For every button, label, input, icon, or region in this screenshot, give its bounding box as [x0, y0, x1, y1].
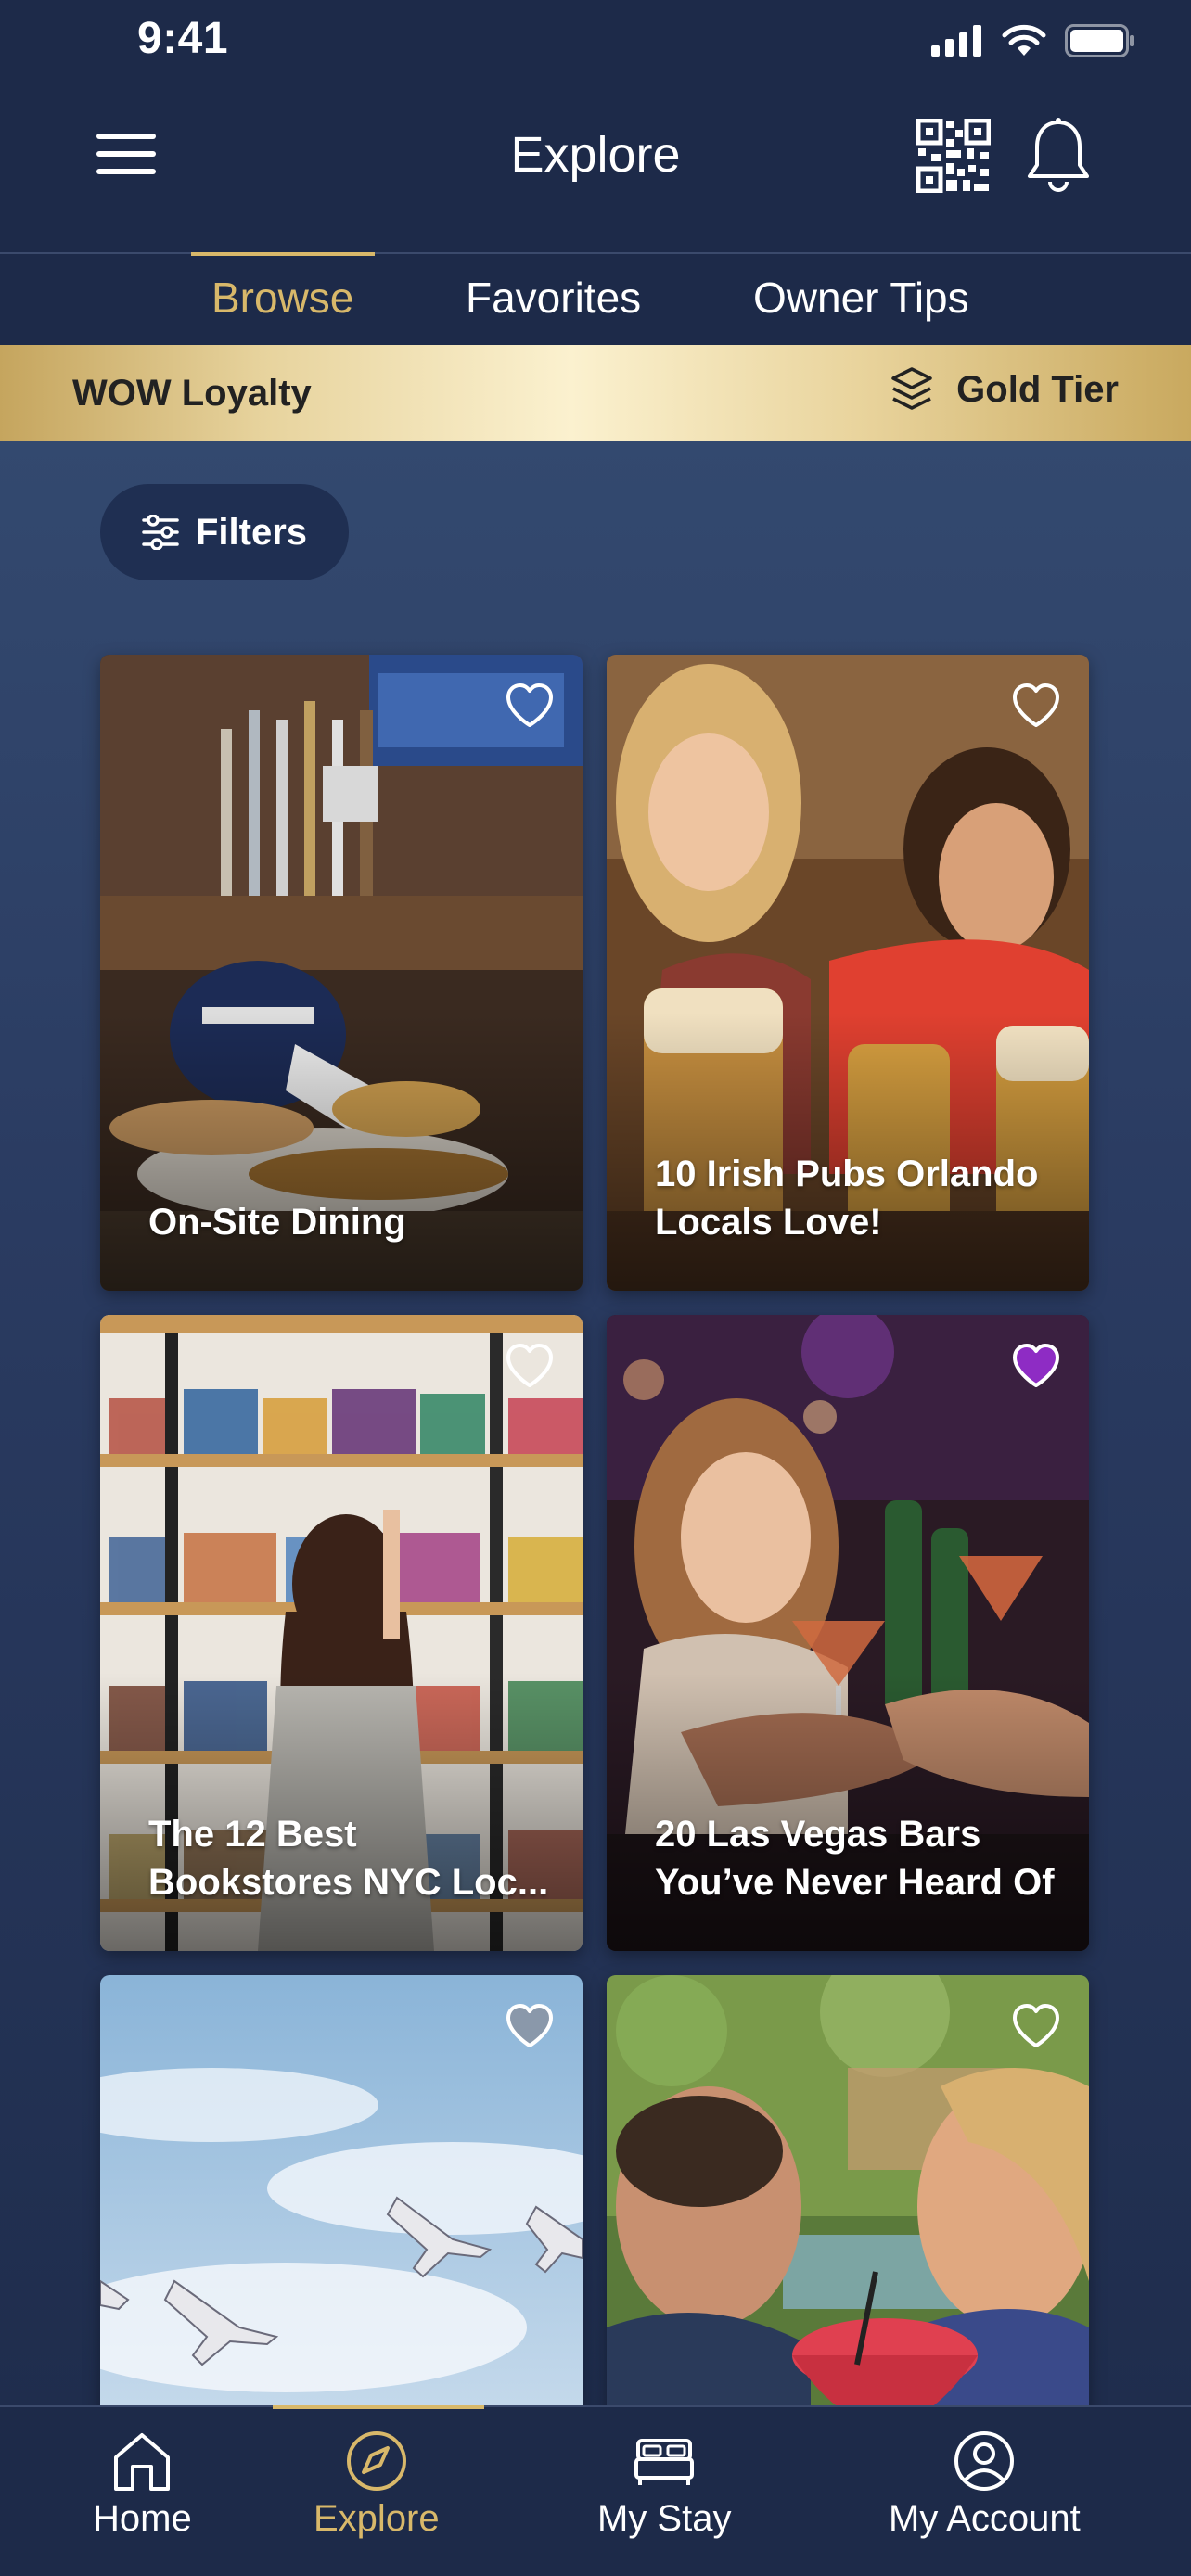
article-card-las-vegas-bars[interactable]: 20 Las Vegas Bars You’ve Never Heard Of — [607, 1315, 1089, 1951]
card-title: The 12 Best Bookstores NYC Loc... — [148, 1814, 549, 1903]
tab-owner-tips[interactable]: Owner Tips — [753, 273, 969, 323]
signal-icon — [931, 25, 981, 57]
favorite-heart-icon[interactable] — [505, 682, 555, 729]
favorite-heart-icon[interactable] — [1011, 1343, 1061, 1389]
nav-my-stay[interactable]: My Stay — [597, 2429, 731, 2540]
favorite-heart-icon[interactable] — [505, 2003, 555, 2049]
card-title: On-Site Dining — [148, 1202, 406, 1243]
favorite-heart-icon[interactable] — [1011, 682, 1061, 729]
nav-label: My Stay — [597, 2498, 732, 2539]
nav-my-account[interactable]: My Account — [889, 2429, 1081, 2540]
loyalty-banner[interactable]: WOW Loyalty Gold Tier — [0, 345, 1191, 441]
tier-label: Gold Tier — [956, 368, 1119, 410]
favorite-heart-icon[interactable] — [1011, 2003, 1061, 2049]
sliders-icon — [142, 515, 179, 550]
bell-icon[interactable] — [1026, 117, 1091, 195]
status-time: 9:41 — [137, 14, 229, 63]
battery-icon — [1065, 24, 1134, 57]
filters-button[interactable]: Filters — [100, 484, 349, 580]
explore-content[interactable]: Filters On-Site Dining 10 Irish Pubs Orl… — [0, 441, 1191, 2576]
tab-browse[interactable]: Browse — [211, 273, 353, 323]
wifi-icon — [1002, 24, 1046, 56]
compass-icon — [346, 2431, 406, 2491]
status-icons — [931, 24, 1135, 57]
home-icon — [114, 2433, 171, 2491]
card-title: 20 Las Vegas Bars You’ve Never Heard Of — [655, 1814, 1055, 1903]
layers-icon — [891, 367, 932, 410]
tab-favorites[interactable]: Favorites — [466, 273, 641, 323]
article-card-on-site-dining[interactable]: On-Site Dining — [100, 655, 583, 1291]
app-header: Explore — [0, 85, 1191, 252]
nav-label: Home — [93, 2498, 192, 2539]
card-title: 10 Irish Pubs Orlando Locals Love! — [655, 1154, 1039, 1243]
account-icon — [954, 2431, 1015, 2491]
active-nav-indicator — [273, 2405, 484, 2409]
filters-label: Filters — [195, 511, 308, 553]
nav-label: My Account — [889, 2498, 1081, 2539]
bottom-tab-bar: Home Explore My Stay My Account — [0, 2405, 1191, 2576]
article-card-bookstores[interactable]: The 12 Best Bookstores NYC Loc... — [100, 1315, 583, 1951]
active-tab-indicator — [191, 252, 375, 256]
loyalty-tier: Gold Tier — [890, 365, 1119, 414]
nav-explore[interactable]: Explore — [314, 2429, 440, 2540]
qr-code-icon[interactable] — [916, 119, 991, 193]
favorite-heart-icon[interactable] — [505, 1343, 555, 1389]
nav-home[interactable]: Home — [93, 2429, 192, 2540]
nav-label: Explore — [314, 2498, 440, 2539]
explore-tabs: Browse Favorites Owner Tips — [0, 252, 1191, 345]
bed-icon — [634, 2439, 695, 2485]
article-card-irish-pubs[interactable]: 10 Irish Pubs Orlando Locals Love! — [607, 655, 1089, 1291]
page-title: Explore — [510, 127, 681, 183]
loyalty-program-label: WOW Loyalty — [72, 373, 312, 414]
status-bar: 9:41 — [0, 0, 1191, 85]
